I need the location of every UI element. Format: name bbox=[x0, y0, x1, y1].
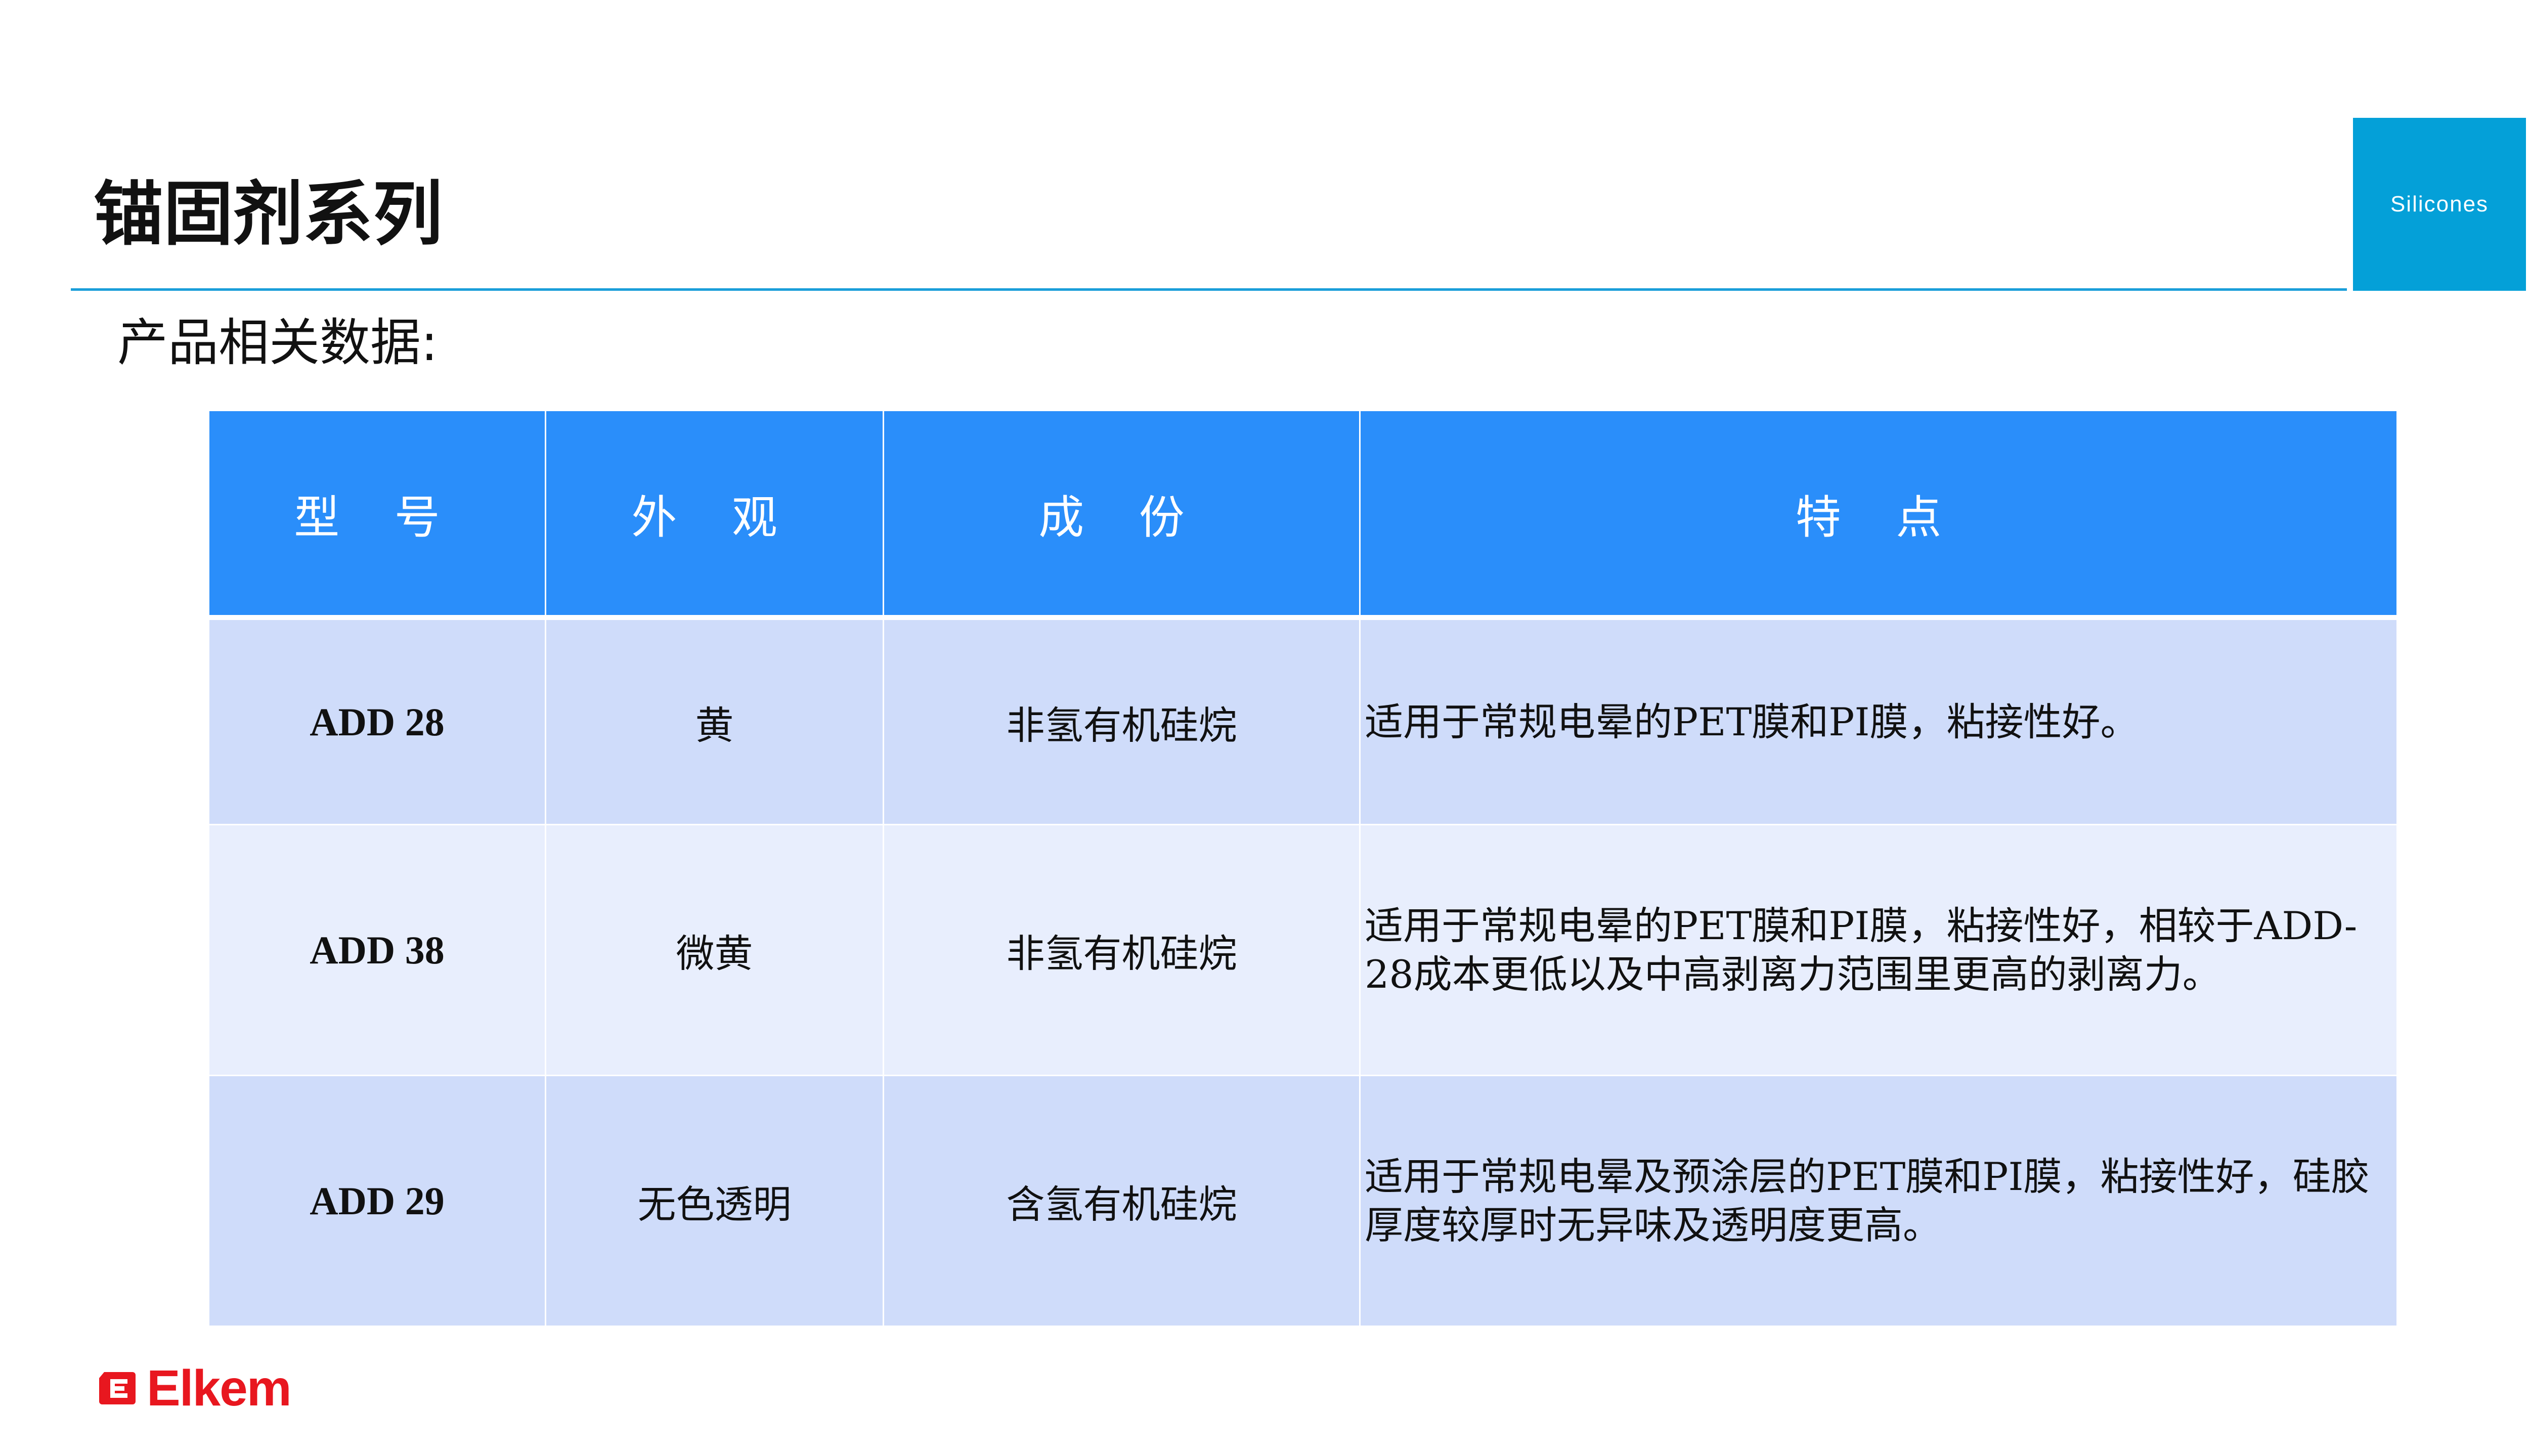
elkem-logo: Elkem bbox=[97, 1360, 292, 1417]
cell-model: ADD 38 bbox=[208, 824, 546, 1076]
brand-name: Elkem bbox=[147, 1360, 292, 1417]
table-row: ADD 29 无色透明 含氢有机硅烷 适用于常规电晕及预涂层的PET膜和PI膜，… bbox=[208, 1075, 2398, 1327]
cell-features: 适用于常规电晕及预涂层的PET膜和PI膜，粘接性好，硅胶厚度较厚时无异味及透明度… bbox=[1359, 1075, 2398, 1327]
elkem-logo-icon bbox=[99, 1372, 136, 1404]
cell-composition: 非氢有机硅烷 bbox=[883, 824, 1361, 1076]
product-data-table: 型 号 外 观 成 份 特 点 ADD 28 黄 非氢有机硅烷 适用于常规电晕的… bbox=[208, 410, 2398, 1327]
slide-title: 锚固剂系列 bbox=[94, 173, 443, 255]
section-subtitle: 产品相关数据: bbox=[117, 313, 438, 372]
cell-composition: 含氢有机硅烷 bbox=[883, 1075, 1361, 1327]
table-row: ADD 38 微黄 非氢有机硅烷 适用于常规电晕的PET膜和PI膜，粘接性好，相… bbox=[208, 824, 2398, 1076]
cell-features: 适用于常规电晕的PET膜和PI膜，粘接性好。 bbox=[1359, 616, 2398, 825]
header-features: 特 点 bbox=[1359, 410, 2398, 620]
title-divider bbox=[71, 288, 2347, 291]
cell-model: ADD 28 bbox=[208, 616, 546, 825]
cell-appearance: 微黄 bbox=[545, 824, 884, 1076]
cell-composition: 非氢有机硅烷 bbox=[883, 616, 1361, 825]
header-appearance: 外 观 bbox=[545, 410, 884, 620]
cell-features: 适用于常规电晕的PET膜和PI膜，粘接性好，相较于ADD-28成本更低以及中高剥… bbox=[1359, 824, 2398, 1076]
table-header-row: 型 号 外 观 成 份 特 点 bbox=[208, 410, 2398, 620]
badge-label: Silicones bbox=[2390, 192, 2489, 216]
table-row: ADD 28 黄 非氢有机硅烷 适用于常规电晕的PET膜和PI膜，粘接性好。 bbox=[208, 616, 2398, 825]
cell-appearance: 黄 bbox=[545, 616, 884, 825]
slide: { "header": { "title": "锚固剂系列", "badge":… bbox=[0, 0, 2529, 1456]
cell-model: ADD 29 bbox=[208, 1075, 546, 1327]
header-composition: 成 份 bbox=[883, 410, 1361, 620]
header-model: 型 号 bbox=[208, 410, 546, 620]
cell-appearance: 无色透明 bbox=[545, 1075, 884, 1327]
silicones-badge: Silicones bbox=[2353, 118, 2526, 291]
